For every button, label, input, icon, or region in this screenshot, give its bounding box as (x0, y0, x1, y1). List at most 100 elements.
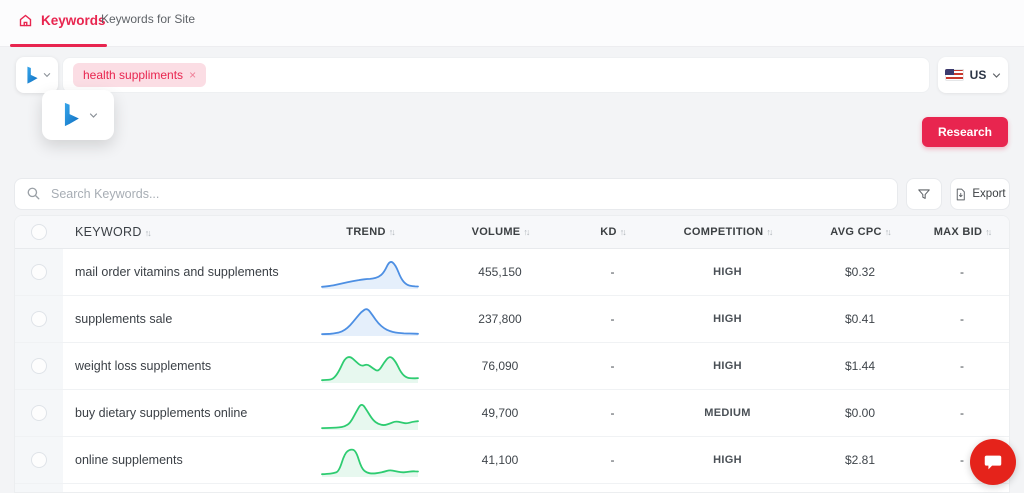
keyword-cell: supplements sale (75, 312, 173, 326)
table-row: supplements sale 237,800 - HIGH $0.41 - (15, 296, 1009, 343)
trend-sparkline (315, 487, 425, 492)
row-select-cell (15, 437, 63, 483)
sort-icon: ↑↓ (985, 227, 992, 237)
sort-icon: ↑↓ (144, 228, 152, 238)
column-header-avg-cpc[interactable]: AVG CPC ↑↓ (805, 226, 915, 238)
competition-cell: HIGH (713, 266, 742, 278)
sort-icon: ↑↓ (766, 227, 773, 237)
keyword-tag: health suppliments × (73, 63, 207, 87)
column-header-volume[interactable]: VOLUME ↑↓ (425, 226, 575, 238)
kd-cell: - (610, 312, 615, 326)
table-row: online supplements 41,100 - HIGH $2.81 - (15, 437, 1009, 484)
active-tab-underline (10, 44, 107, 47)
avg-cpc-cell: $0.32 (844, 265, 876, 279)
volume-cell: 76,090 (481, 359, 519, 373)
select-all-cell (15, 216, 63, 248)
bing-logo-icon (27, 66, 38, 84)
max-bid-cell: - (960, 312, 964, 326)
table-row: weight loss supplements 76,090 - HIGH $1… (15, 343, 1009, 390)
kd-cell: - (610, 359, 615, 373)
row-select-cell (15, 484, 63, 492)
row-select-cell (15, 390, 63, 436)
filter-funnel-icon (918, 189, 930, 199)
column-header-max-bid[interactable]: MAX BID ↑↓ (915, 226, 1009, 238)
row-checkbox[interactable] (31, 311, 47, 327)
column-header-keyword[interactable]: KEYWORD ↑↓ (63, 225, 152, 239)
volume-cell: 455,150 (478, 265, 522, 279)
trend-sparkline (315, 393, 425, 433)
row-checkbox[interactable] (31, 452, 47, 468)
search-engine-selector[interactable] (16, 57, 58, 93)
avg-cpc-cell: $1.44 (844, 359, 876, 373)
keyword-tag-label: health suppliments (83, 68, 184, 82)
chevron-down-icon (89, 112, 97, 118)
max-bid-cell: - (960, 359, 964, 373)
country-label: US (969, 68, 987, 82)
search-keywords-input[interactable] (14, 178, 898, 210)
country-selector[interactable]: US (938, 57, 1008, 93)
row-checkbox[interactable] (31, 405, 47, 421)
chevron-down-icon (43, 73, 51, 78)
volume-cell: 41,100 (481, 453, 519, 467)
chat-bubble-icon (984, 455, 1002, 470)
select-all-checkbox[interactable] (31, 224, 47, 240)
table-row: mail order vitamins and supplements 455,… (15, 249, 1009, 296)
avg-cpc-cell: $2.81 (844, 453, 876, 467)
keyword-cell: online supplements (75, 453, 183, 467)
chevron-down-icon (993, 72, 1001, 78)
tab-keywords-for-site[interactable]: Keywords for Site (101, 12, 195, 26)
keyword-filter-search (14, 178, 898, 210)
bing-logo-icon (64, 102, 79, 127)
table-header-row: KEYWORD ↑↓ TREND ↑↓ VOLUME ↑↓ KD ↑↓ COMPETIT… (15, 216, 1009, 249)
competition-cell: HIGH (713, 313, 742, 325)
volume-cell: 237,800 (478, 312, 522, 326)
research-button[interactable]: Research (922, 117, 1008, 147)
column-header-trend[interactable]: TREND ↑↓ (315, 226, 425, 238)
max-bid-cell: - (960, 406, 964, 420)
competition-cell: HIGH (713, 454, 742, 466)
sort-icon: ↑↓ (523, 227, 530, 237)
column-header-kd[interactable]: KD ↑↓ (575, 226, 650, 238)
export-button[interactable]: Export (950, 178, 1010, 210)
sort-icon: ↑↓ (388, 227, 396, 237)
trend-sparkline (315, 252, 425, 292)
tab-keywords-label: Keywords (41, 13, 106, 28)
volume-cell: 49,700 (481, 406, 519, 420)
chat-widget-button[interactable] (970, 439, 1016, 485)
kd-cell: - (610, 265, 615, 279)
competition-cell: HIGH (713, 360, 742, 372)
avg-cpc-cell: $0.00 (844, 406, 876, 420)
keyword-cell: buy dietary supplements online (75, 406, 248, 420)
export-file-icon (957, 188, 966, 200)
search-engine-dropdown-option-bing[interactable] (42, 90, 114, 140)
keyword-cell: mail order vitamins and supplements (75, 265, 279, 279)
keyword-cell: weight loss supplements (75, 359, 212, 373)
competition-cell: MEDIUM (704, 407, 751, 419)
kd-cell: - (610, 406, 615, 420)
filter-button[interactable] (906, 178, 942, 210)
home-icon (19, 14, 32, 27)
trend-sparkline (315, 299, 425, 339)
tag-close-icon[interactable]: × (189, 68, 196, 82)
row-checkbox[interactable] (31, 264, 47, 280)
column-header-competition[interactable]: COMPETITION ↑↓ (650, 226, 805, 238)
export-label: Export (972, 188, 1006, 200)
keyword-research-app: Keywords Keywords for Site health suppli… (0, 0, 1024, 493)
keyword-query-bar[interactable]: health suppliments × (62, 57, 930, 93)
search-icon (27, 187, 40, 200)
us-flag-icon (944, 69, 964, 81)
row-select-cell (15, 249, 63, 295)
kd-cell: - (610, 453, 615, 467)
sort-icon: ↑↓ (619, 227, 627, 237)
trend-sparkline (315, 346, 425, 386)
row-checkbox[interactable] (31, 358, 47, 374)
keywords-table: KEYWORD ↑↓ TREND ↑↓ VOLUME ↑↓ KD ↑↓ COMPETIT… (14, 215, 1010, 493)
row-select-cell (15, 296, 63, 342)
trend-sparkline (315, 440, 425, 480)
table-row (15, 484, 1009, 492)
row-select-cell (15, 343, 63, 389)
avg-cpc-cell: $0.41 (844, 312, 876, 326)
sort-icon: ↑↓ (884, 227, 892, 237)
table-row: buy dietary supplements online 49,700 - … (15, 390, 1009, 437)
tab-keywords[interactable]: Keywords (18, 13, 106, 28)
